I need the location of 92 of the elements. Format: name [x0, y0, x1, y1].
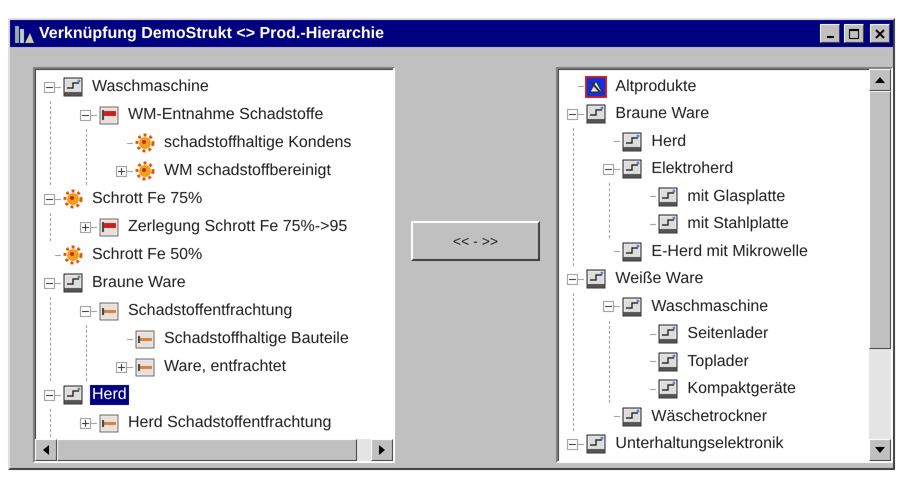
flag-icon	[98, 216, 120, 238]
scroll-down-button[interactable]	[869, 439, 892, 461]
swap-button[interactable]: << - >>	[410, 221, 540, 261]
flag-icon	[98, 104, 120, 126]
vertical-scrollbar[interactable]	[869, 69, 892, 461]
close-icon	[875, 28, 885, 38]
minimize-icon	[826, 36, 834, 38]
computer-icon	[62, 76, 84, 98]
tree-item[interactable]: Ware, entfrachtet	[162, 357, 288, 377]
tree-item[interactable]: WM-Entnahme Schadstoffe	[126, 105, 326, 125]
collapse-toggle[interactable]	[603, 301, 614, 312]
tree-item[interactable]: mit Stahlplatte	[685, 214, 791, 234]
tree-item[interactable]: Wäschetrockner	[649, 406, 770, 427]
collapse-toggle[interactable]	[80, 306, 91, 316]
collapse-toggle[interactable]	[44, 194, 55, 204]
down-arrow-icon	[875, 447, 886, 453]
tree-item[interactable]: Herd	[90, 385, 129, 405]
tree-item[interactable]: Weiße Ware	[613, 269, 706, 290]
computer-icon	[657, 350, 680, 373]
tree-item[interactable]: Altprodukte	[613, 76, 698, 97]
plus-icon	[118, 364, 125, 370]
computer-icon	[585, 103, 608, 126]
plus-icon	[82, 224, 89, 230]
bar-icon	[98, 412, 120, 434]
scroll-thumb[interactable]	[57, 439, 357, 461]
tree-item[interactable]: schadstoffhaltige Kondens	[162, 133, 354, 153]
gear-icon	[134, 160, 156, 182]
tree-item[interactable]: Herd Schadstoffentfrachtung	[126, 413, 334, 433]
scroll-up-button[interactable]	[869, 69, 892, 91]
minimize-button[interactable]	[820, 24, 840, 43]
up-arrow-icon	[875, 77, 886, 83]
collapse-toggle[interactable]	[44, 278, 55, 288]
collapse-toggle[interactable]	[567, 108, 578, 120]
plus-icon	[82, 420, 89, 426]
window-title: Verknüpfung DemoStrukt <> Prod.-Hierarchie	[39, 24, 385, 44]
computer-icon	[62, 272, 84, 294]
tree-item[interactable]: Waschmaschine	[90, 77, 211, 97]
scroll-thumb[interactable]	[869, 91, 892, 349]
tree-item[interactable]: Braune Ware	[613, 104, 712, 124]
horizontal-scrollbar[interactable]	[35, 439, 393, 461]
gear-icon	[134, 132, 156, 154]
tree-item[interactable]: Braune Ware	[90, 273, 188, 293]
collapse-toggle[interactable]	[44, 82, 55, 92]
tree-item[interactable]: E-Herd mit Mikrowelle	[649, 242, 810, 262]
computer-icon	[657, 186, 680, 208]
collapse-toggle[interactable]	[44, 390, 55, 400]
tree-item[interactable]: Herd	[649, 132, 688, 152]
computer-icon	[585, 433, 608, 456]
bar-icon	[134, 356, 156, 378]
gear-icon	[62, 188, 84, 210]
scroll-left-button[interactable]	[35, 439, 57, 461]
computer-icon	[657, 213, 680, 236]
scroll-right-button[interactable]	[370, 439, 393, 461]
computer-icon	[621, 240, 644, 263]
expand-toggle[interactable]	[80, 222, 91, 232]
right-arrow-icon	[378, 445, 385, 455]
computer-icon	[62, 384, 84, 406]
tree-item[interactable]: Schadstoffentfrachtung	[126, 301, 294, 321]
tree-item[interactable]: Schrott Fe 50%	[90, 245, 204, 265]
computer-icon	[657, 323, 680, 346]
tree-item[interactable]: Waschmaschine	[649, 296, 770, 317]
close-button[interactable]	[870, 24, 890, 43]
tree-item[interactable]: Unterhaltungselektronik	[613, 434, 786, 454]
maximize-icon	[849, 28, 859, 38]
left-arrow-icon	[43, 445, 49, 455]
tree-item[interactable]: Zerlegung Schrott Fe 75%->95	[126, 217, 350, 237]
expand-toggle[interactable]	[116, 166, 127, 176]
tree-item[interactable]: Toplader	[685, 352, 751, 372]
tree-item[interactable]: WM schadstoffbereinigt	[162, 161, 333, 181]
computer-icon	[585, 268, 608, 290]
tree-item[interactable]: Schadstoffhaltige Bauteile	[162, 329, 351, 349]
maximize-button[interactable]	[844, 24, 864, 43]
tree-item[interactable]: Schrott Fe 75%	[90, 189, 204, 209]
bar-icon	[134, 328, 156, 350]
tree-item[interactable]: mit Glasplatte	[685, 186, 788, 207]
computer-icon	[621, 130, 644, 153]
computer-icon	[621, 406, 644, 428]
plus-icon	[118, 168, 125, 174]
expand-toggle[interactable]	[80, 418, 91, 428]
computer-icon	[621, 158, 644, 180]
computer-icon	[621, 296, 644, 318]
collapse-toggle[interactable]	[567, 438, 578, 450]
collapse-toggle[interactable]	[80, 110, 91, 120]
collapse-toggle[interactable]	[567, 274, 578, 285]
expand-toggle[interactable]	[116, 362, 127, 372]
bar-icon	[98, 300, 120, 322]
collapse-toggle[interactable]	[603, 164, 614, 175]
computer-icon	[657, 378, 680, 400]
tree-item[interactable]: Elektroherd	[649, 159, 736, 180]
tree-item[interactable]: Seitenlader	[685, 324, 770, 344]
gear-icon	[62, 244, 84, 266]
tree-item[interactable]: Kompaktgeräte	[685, 379, 798, 400]
